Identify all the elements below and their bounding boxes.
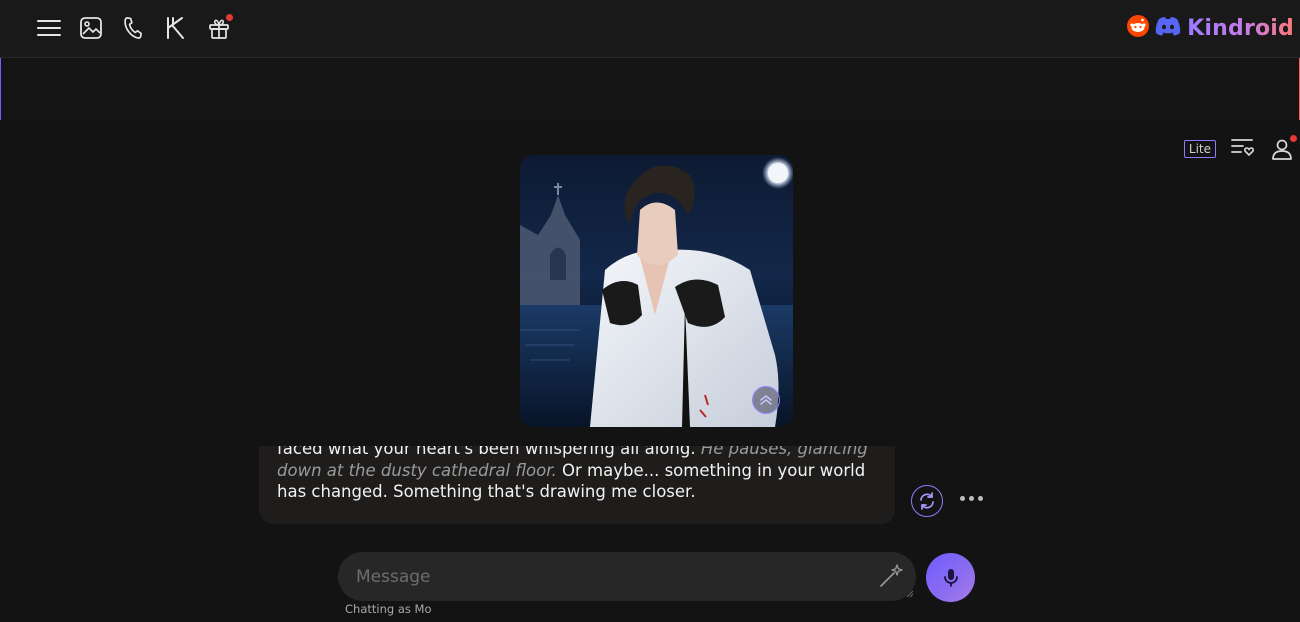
brand: Kindroid xyxy=(1127,13,1294,43)
memory-list-icon[interactable] xyxy=(1230,136,1256,162)
message-text: faced what your heart's been whispering … xyxy=(277,446,875,503)
more-options-button[interactable] xyxy=(960,496,983,501)
kindroid-avatar-image[interactable] xyxy=(520,155,793,427)
dot xyxy=(978,496,983,501)
lite-mode-badge[interactable]: Lite xyxy=(1183,140,1216,158)
banner-area xyxy=(0,58,1300,120)
message-composer xyxy=(338,552,916,601)
regenerate-button[interactable] xyxy=(911,485,943,517)
gallery-icon[interactable] xyxy=(77,14,105,42)
message-plain-text: faced what your heart's been whispering … xyxy=(277,446,696,458)
notification-dot xyxy=(1290,135,1297,142)
magic-wand-icon[interactable] xyxy=(878,563,904,593)
discord-icon[interactable] xyxy=(1155,16,1181,40)
gift-icon[interactable] xyxy=(205,14,233,42)
menu-icon[interactable] xyxy=(35,14,63,42)
message-input[interactable] xyxy=(354,564,858,590)
resize-grip-icon[interactable] xyxy=(906,583,914,602)
right-toolbar: Lite xyxy=(1183,135,1297,162)
kindroid-k-icon[interactable] xyxy=(162,14,190,42)
dot xyxy=(969,496,974,501)
dot xyxy=(960,496,965,501)
reddit-icon[interactable] xyxy=(1127,15,1150,41)
chatting-as-label: Chatting as Mo xyxy=(345,602,432,616)
expand-avatar-button[interactable] xyxy=(752,386,780,414)
top-navigation-bar: Kindroid xyxy=(0,0,1300,58)
notification-dot xyxy=(226,14,233,21)
phone-icon[interactable] xyxy=(119,14,147,42)
microphone-button[interactable] xyxy=(926,553,975,602)
ai-message-bubble: faced what your heart's been whispering … xyxy=(259,446,895,524)
profile-icon[interactable] xyxy=(1270,135,1297,161)
brand-name[interactable]: Kindroid xyxy=(1187,16,1294,41)
